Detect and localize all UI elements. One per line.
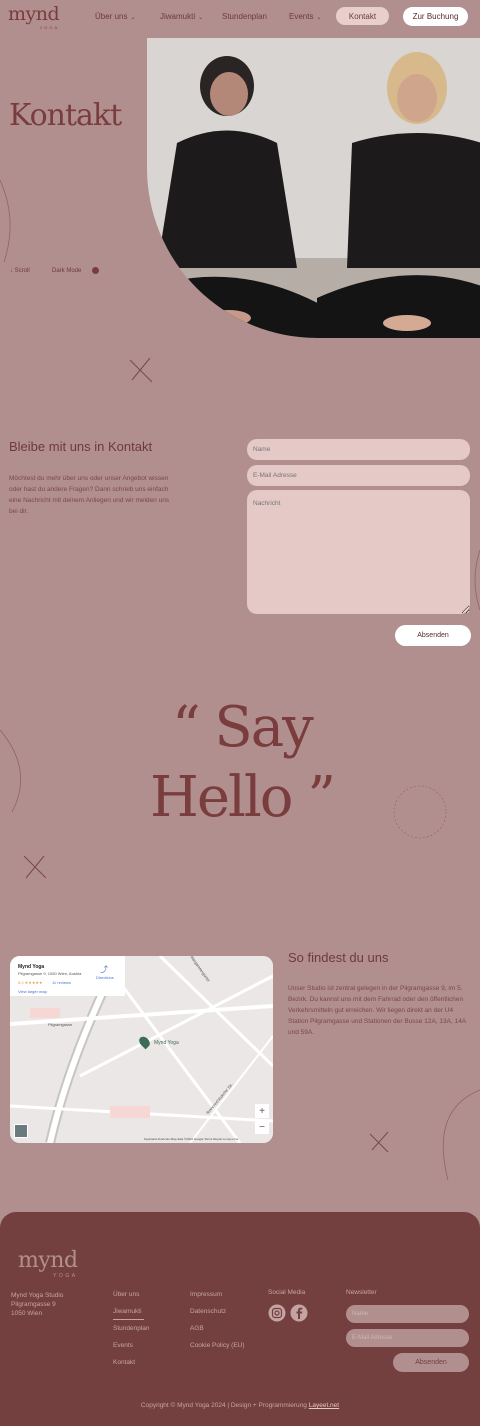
say-hello-line2: Hello ” xyxy=(150,765,336,830)
nav-contact-button[interactable]: Kontakt xyxy=(336,7,389,25)
email-input[interactable] xyxy=(247,465,470,486)
chevron-down-icon: ⌄ xyxy=(130,15,136,21)
map-canvas xyxy=(10,956,273,1143)
map-place-name: Mynd Yoga xyxy=(18,964,45,970)
booking-button[interactable]: Zur Buchung xyxy=(403,7,468,26)
newsletter-name-input[interactable]: Name xyxy=(346,1305,469,1323)
copyright: Copyright © Mynd Yoga 2024 | Design + Pr… xyxy=(0,1402,480,1409)
designer-link[interactable]: Layeet.net xyxy=(309,1402,339,1409)
nav-events-label: Events xyxy=(289,12,314,21)
map-larger-link[interactable]: View larger map xyxy=(18,989,47,994)
logo[interactable]: mynd YOGA xyxy=(8,3,60,31)
nav-events[interactable]: Events ⌄ xyxy=(289,12,322,21)
nav-schedule[interactable]: Stundenplan xyxy=(222,12,267,21)
footer-link-contact[interactable]: Kontakt xyxy=(113,1359,135,1366)
zoom-in-button[interactable]: + xyxy=(255,1104,269,1118)
map-street-label: Pilgramgasse xyxy=(48,1022,73,1027)
map-embed[interactable]: Mynd Yoga Pilgramgasse 9, 1050 Wien, Aus… xyxy=(10,956,273,1143)
newsletter-submit-button[interactable]: Absenden xyxy=(393,1353,469,1372)
map-layers-button[interactable] xyxy=(14,1124,28,1138)
footer-link-privacy[interactable]: Datenschutz xyxy=(190,1308,226,1315)
footer-link-terms[interactable]: AGB xyxy=(190,1325,204,1332)
nav-jiwamukti[interactable]: Jiwamukti ⌄ xyxy=(160,12,203,21)
contact-heading: Bleibe mit uns in Kontakt xyxy=(9,439,153,454)
instagram-icon[interactable] xyxy=(268,1304,286,1327)
contact-text: Möchtest du mehr über uns oder unser Ang… xyxy=(9,475,170,515)
page-title: Kontakt xyxy=(9,98,122,133)
dark-mode-toggle[interactable] xyxy=(92,267,99,274)
map-pin-label: Mynd Yoga xyxy=(154,1040,179,1046)
location-heading: So findest du uns xyxy=(288,950,389,965)
submit-button[interactable]: Absenden xyxy=(395,625,471,646)
name-input[interactable] xyxy=(247,439,470,460)
location-text: Unser Studio ist zentral gelegen in der … xyxy=(288,985,466,1036)
social-heading: Social Media xyxy=(268,1289,306,1296)
map-directions[interactable]: Directions xyxy=(96,975,114,980)
footer-logo[interactable]: mynd YOGA xyxy=(18,1248,78,1280)
zoom-out-button[interactable]: − xyxy=(255,1120,269,1134)
map-rating: 5.0 ★★★★★ xyxy=(18,980,43,985)
footer-address: Mynd Yoga Studio Pilgramgasse 9 1050 Wie… xyxy=(11,1291,63,1318)
directions-icon[interactable]: ⤴ xyxy=(100,964,108,975)
footer-link-cookie[interactable]: Cookie Policy (EU) xyxy=(190,1342,245,1349)
map-attribution: Keyboard shortcuts Map data ©2024 Google… xyxy=(144,1137,239,1141)
nav-jiwamukti-label: Jiwamukti xyxy=(160,12,196,21)
active-underline xyxy=(113,1319,144,1320)
footer-link-imprint[interactable]: Impressum xyxy=(190,1291,222,1298)
logo-sub: YOGA xyxy=(39,25,60,30)
newsletter-heading: Newsletter xyxy=(346,1289,377,1296)
say-hello-line1: “ Say xyxy=(172,695,314,760)
footer-address-line: 1050 Wien xyxy=(11,1310,43,1317)
chevron-down-icon: ⌄ xyxy=(198,15,204,21)
logo-word: mynd xyxy=(8,3,60,25)
scroll-indicator[interactable]: ↓ Scroll xyxy=(10,268,30,274)
dark-mode-label: Dark Mode xyxy=(52,268,82,274)
footer-logo-sub: YOGA xyxy=(53,1273,78,1279)
newsletter-email-input[interactable]: E-Mail Adresse xyxy=(346,1329,469,1347)
footer-link-about[interactable]: Über uns xyxy=(113,1291,139,1298)
footer-link-events[interactable]: Events xyxy=(113,1342,133,1349)
nav-about[interactable]: Über uns ⌄ xyxy=(95,12,136,21)
footer-logo-word: mynd xyxy=(18,1248,78,1273)
chevron-down-icon: ⌄ xyxy=(316,15,322,21)
copyright-text: Copyright © Mynd Yoga 2024 | Design + Pr… xyxy=(140,1402,307,1409)
scroll-label: Scroll xyxy=(14,268,30,274)
map-address: Pilgramgasse 9, 1050 Wien, Austria xyxy=(18,971,82,976)
footer-address-line: Mynd Yoga Studio xyxy=(11,1292,64,1299)
footer-link-jiwamukti[interactable]: Jiwamukti xyxy=(113,1308,142,1315)
message-input[interactable] xyxy=(247,490,470,614)
nav-about-label: Über uns xyxy=(95,12,128,21)
map-reviews: 11 reviews xyxy=(52,980,71,985)
facebook-icon[interactable] xyxy=(290,1304,308,1327)
footer-address-line: Pilgramgasse 9 xyxy=(11,1301,56,1308)
footer-link-schedule[interactable]: Stundenplan xyxy=(113,1325,150,1332)
